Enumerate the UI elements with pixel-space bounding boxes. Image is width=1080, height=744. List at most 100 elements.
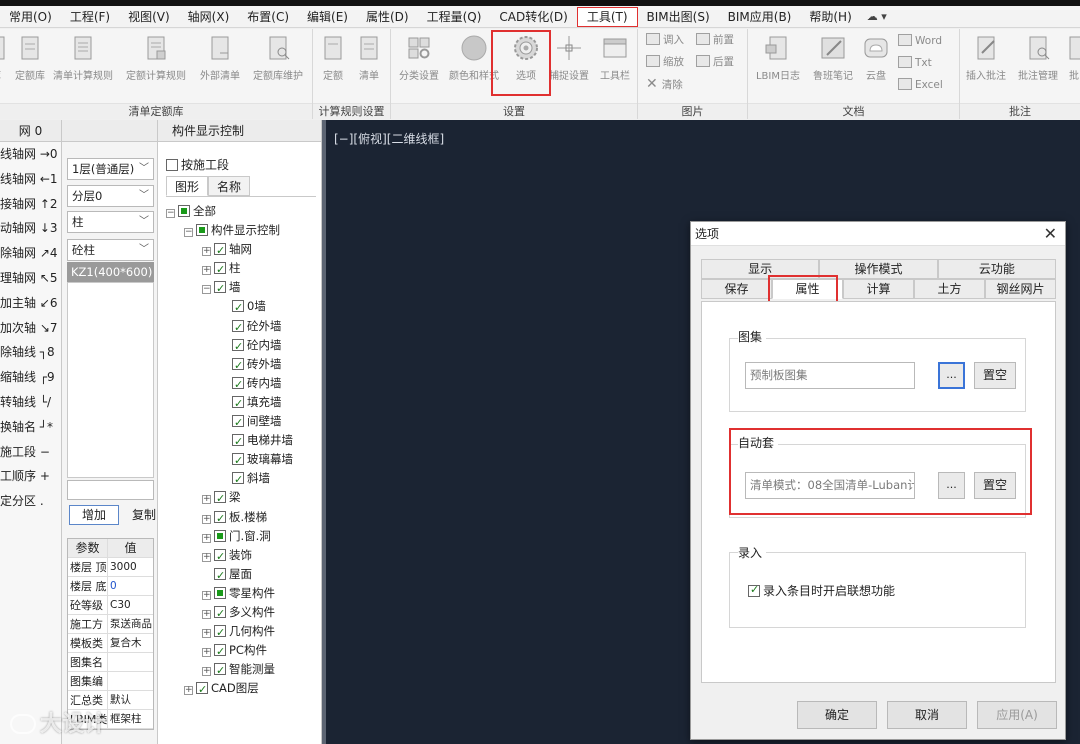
txt-export-button[interactable]: Txt [898,54,932,72]
excel-export-button[interactable]: Excel [898,76,943,94]
expand-icon[interactable]: + [184,686,193,696]
tree-node[interactable]: 玻璃幕墙 [166,450,316,470]
tree-checkbox-icon[interactable] [214,260,226,279]
tree-checkbox-icon[interactable] [232,432,244,451]
category-settings-button[interactable]: 分类设置 [393,33,445,82]
axis-tool-item[interactable]: 理轴网 ↖5 [0,266,61,291]
tree-node[interactable]: 屋面 [166,565,316,585]
tree-checkbox-icon[interactable] [232,413,244,432]
tree-checkbox-icon[interactable] [214,489,226,509]
expand-icon[interactable]: + [202,266,211,276]
axis-tool-item[interactable]: 线轴网 ←1 [0,167,61,192]
tree-checkbox-icon[interactable] [232,394,244,413]
tree-node[interactable]: −墙 [166,278,316,298]
tree-checkbox-icon[interactable] [214,529,226,542]
collapse-icon[interactable]: − [166,209,175,218]
tree-checkbox-icon[interactable] [214,623,226,642]
image-back-button[interactable]: 后置 [696,53,734,71]
quota-library-button[interactable]: 定额库 [8,33,52,82]
tree-checkbox-icon[interactable] [214,241,226,260]
axis-tool-item[interactable]: 缩轴线 ┌9 [0,365,61,390]
menu-common[interactable]: 常用(O) [0,6,61,28]
parameter-row[interactable]: 楼层 底0 [68,577,153,596]
quota-maintenance-button[interactable]: 定额库维护 [247,33,309,82]
tree-checkbox-icon[interactable] [214,586,226,599]
menu-bim-app[interactable]: BIM应用(B) [719,6,801,28]
expand-icon[interactable]: + [202,629,211,639]
tree-checkbox-icon[interactable] [232,356,244,375]
parameter-row[interactable]: 图集编 [68,672,153,691]
tree-checkbox-icon[interactable] [214,547,226,566]
viewport-label[interactable]: [−][俯视][二维线框] [334,130,444,147]
axis-tool-item[interactable]: 除轴网 ↗4 [0,241,61,266]
expand-icon[interactable]: + [202,552,211,562]
axis-tool-item[interactable]: 线轴网 →0 [0,142,61,167]
tree-node[interactable]: 砼内墙 [166,336,316,356]
tree-node[interactable]: + 板.楼梯 [166,508,316,528]
tree-checkbox-icon[interactable] [214,509,226,528]
tree-checkbox-icon[interactable] [232,298,244,318]
tree-node[interactable]: +柱 [166,259,316,279]
expand-icon[interactable]: + [202,609,211,619]
axis-tool-item[interactable]: 动轴网 ↓3 [0,216,61,241]
menu-view[interactable]: 视图(V) [119,6,179,28]
tree-node[interactable]: + 智能测量 [166,660,316,680]
menu-project[interactable]: 工程(F) [61,6,119,28]
word-export-button[interactable]: Word [898,32,942,50]
snap-settings-button[interactable]: 捕捉设置 [544,33,594,82]
expand-icon[interactable]: + [202,533,211,543]
layer-select[interactable]: 分层0 ﹀ [67,185,154,207]
tree-node[interactable]: + 几何构件 [166,622,316,642]
menu-tools[interactable]: 工具(T) [576,6,638,27]
axis-tool-item[interactable]: 加主轴 ↙6 [0,291,61,316]
tree-node[interactable]: + 装饰 [166,546,316,566]
expand-icon[interactable]: + [202,648,211,658]
tree-checkbox-icon[interactable] [232,337,244,356]
parameter-row[interactable]: 施工方 泵送商品 [68,615,153,634]
category-select[interactable]: 柱 ﹀ [67,211,154,233]
tab-wire-mesh[interactable]: 钢丝网片 [985,279,1056,299]
component-name-input[interactable] [67,480,154,500]
lbim-log-button[interactable]: LBIM日志 [750,33,806,82]
atlas-clear-button[interactable]: 置空 [974,362,1016,389]
param-value[interactable]: 复合木 [108,634,153,652]
menu-axis[interactable]: 轴网(X) [179,6,239,28]
parameter-row[interactable]: 模板类 复合木 [68,634,153,653]
tree-node[interactable]: 0墙 [166,297,316,318]
tree-node[interactable]: 砖内墙 [166,374,316,394]
external-list-button[interactable]: 外部清单 [192,33,248,82]
menu-layout[interactable]: 布置(C) [238,6,298,28]
component-list[interactable] [67,282,154,478]
tree-node[interactable]: + CAD图层 [166,679,316,699]
param-value[interactable] [108,672,153,690]
parameter-row[interactable]: 楼层 顶 3000 [68,558,153,577]
tab-graphics[interactable]: 图形 [166,176,208,196]
floor-select[interactable]: 1层(普通层) ﹀ [67,158,154,180]
luban-notes-button[interactable]: 鲁班笔记 [806,33,860,82]
cloud-disk-button[interactable]: 云盘 [856,33,896,82]
tab-calculate[interactable]: 计算 [843,279,914,299]
insert-annotation-button[interactable]: 插入批注 [960,33,1012,82]
menu-edit[interactable]: 编辑(E) [298,6,357,28]
menu-cad-convert[interactable]: CAD转化(D) [490,6,576,28]
apply-button[interactable]: 应用(A) [977,701,1057,729]
tree-node[interactable]: + PC构件 [166,641,316,661]
menu-properties[interactable]: 属性(D) [357,6,418,28]
axis-tool-item[interactable]: 换轴名 ┘* [0,415,61,440]
image-scale-button[interactable]: 缩放 [646,53,684,71]
menu-bim-drawing[interactable]: BIM出图(S) [638,6,719,28]
list-rule-button[interactable]: 清单 [351,33,387,82]
quota-rule-button[interactable]: 定额 [315,33,351,82]
parameter-row[interactable]: 图集名 [68,653,153,672]
tab-save[interactable]: 保存 [701,279,772,299]
tree-checkbox-icon[interactable] [196,224,208,237]
add-component-button[interactable]: 增加 [69,505,119,525]
close-icon[interactable]: ✕ [1044,224,1057,244]
image-clear-button[interactable]: ✕ 清除 [646,75,683,94]
expand-icon[interactable]: + [202,667,211,677]
expand-icon[interactable]: + [202,247,211,257]
annotation-manager-button[interactable]: 批注管理 [1012,33,1064,82]
list-calc-rules-button[interactable]: 清单计算规则 [48,33,118,82]
param-value[interactable] [108,653,153,671]
image-front-button[interactable]: 前置 [696,31,734,49]
